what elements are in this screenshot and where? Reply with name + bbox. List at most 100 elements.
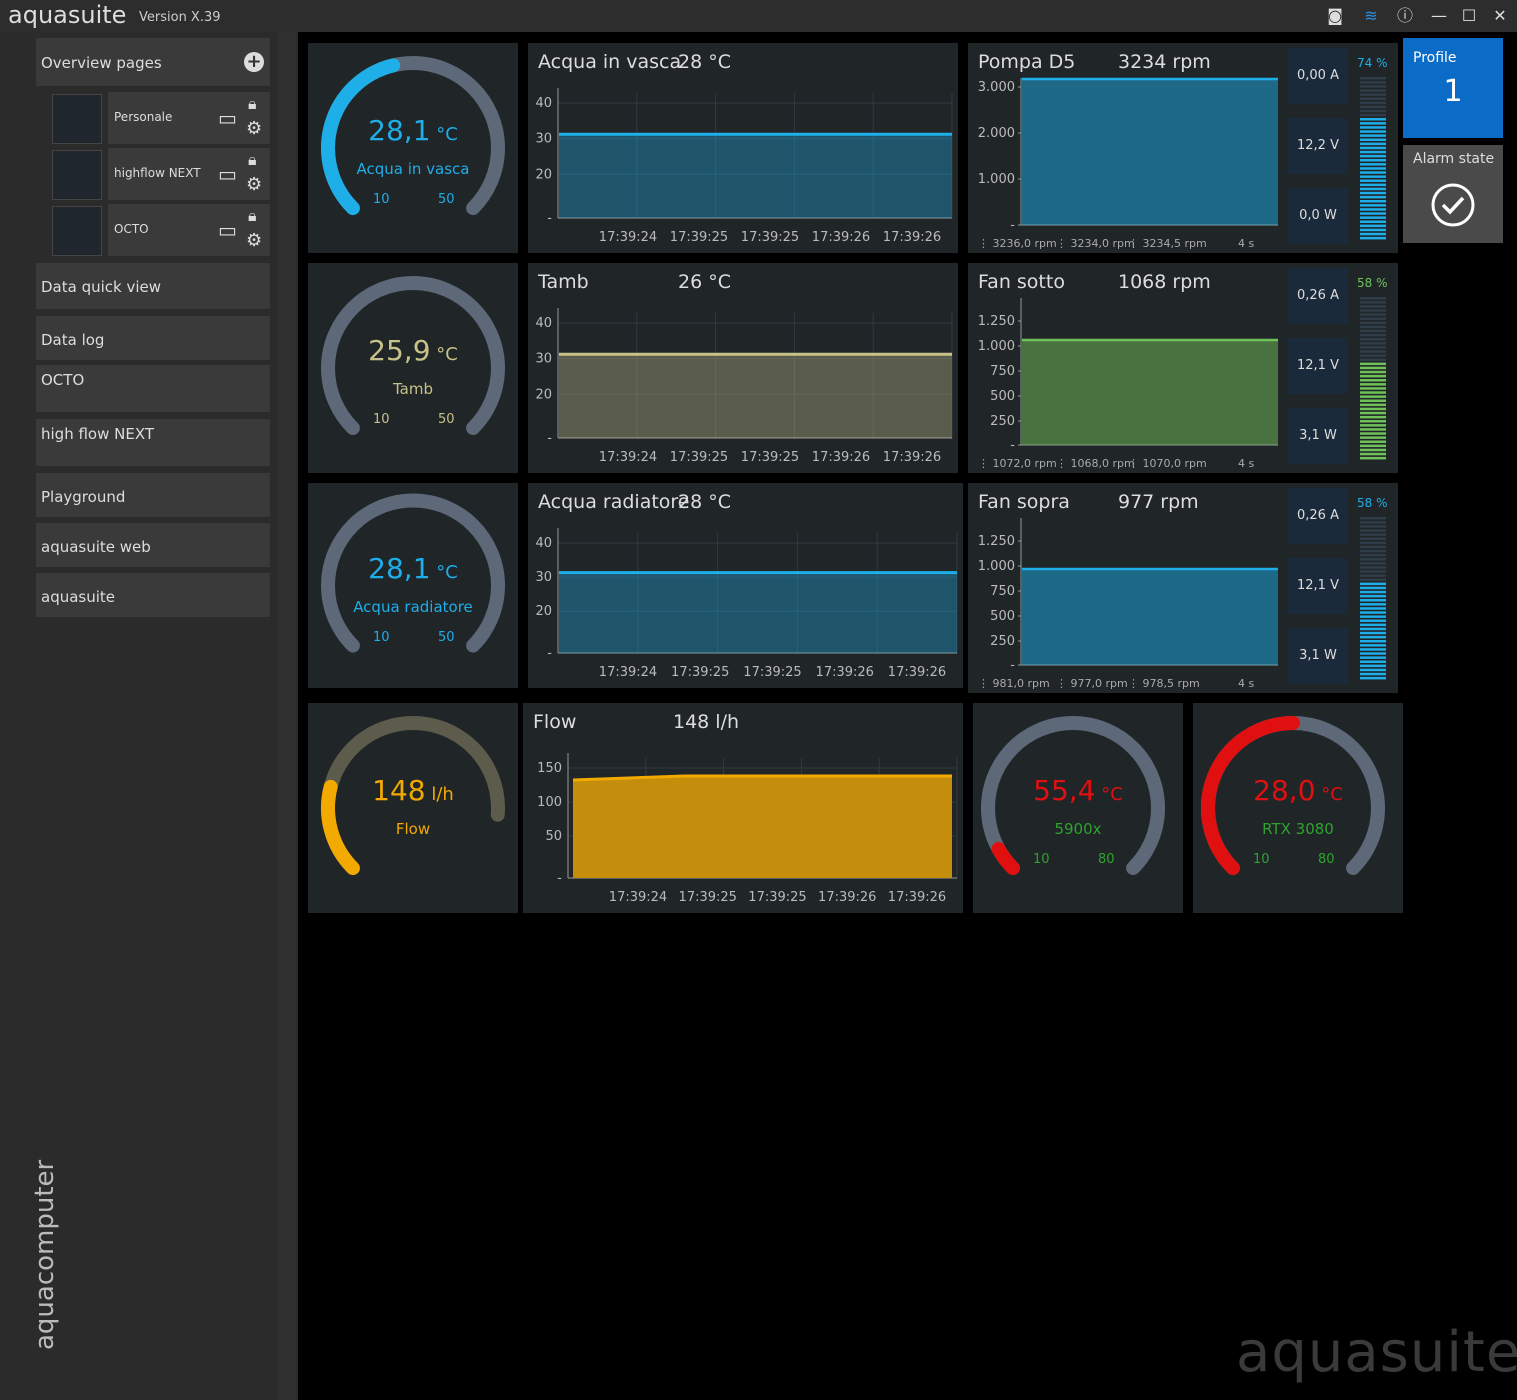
chart-plot: 40 30 20 - 17:39:24 17:39:25 17:39:25 17:39:26 1… [535, 88, 953, 245]
current-value: 0,26 A [1288, 268, 1348, 324]
x-tick-label: 17:39:26 [888, 890, 946, 905]
fan-chart-panel: Pompa D5 3234 rpm 3.000 2.000 1.000- ⋮ 3236,0… [968, 43, 1398, 253]
y-tick-label: 1.000 [978, 559, 1015, 574]
level-segment [1360, 436, 1386, 439]
gear-icon[interactable]: ⚙ [246, 230, 262, 251]
close-icon[interactable]: ✕ [1489, 6, 1511, 26]
level-segment [1360, 175, 1386, 178]
level-segment [1360, 220, 1386, 223]
level-segment [1360, 138, 1386, 141]
chart-legend-item: ⋮ 3234,5 rpm [1128, 237, 1207, 250]
sidebar-item-octo[interactable]: OCTO [36, 365, 270, 412]
y-tick-label: 2.000 [978, 126, 1015, 141]
level-segment [1360, 97, 1386, 100]
level-segment [1360, 537, 1386, 540]
level-segment [1360, 603, 1386, 606]
y-tick-label: 1.250 [978, 534, 1015, 549]
gauge-value: 28,0 °C [1193, 774, 1403, 807]
aquacomputer-logo: aquacomputer [30, 1159, 60, 1350]
alarm-label: Alarm state [1413, 151, 1495, 167]
gauge-value: 28,1 °C [308, 552, 518, 585]
level-segment [1360, 627, 1386, 631]
gauge-value-number: 28,0 [1253, 774, 1316, 807]
sidebar-item-high-flow-next[interactable]: high flow NEXT [36, 419, 270, 466]
alarm-state-tile[interactable]: Alarm state [1403, 145, 1503, 243]
overview-pages-header[interactable]: Overview pages + [36, 38, 270, 86]
camera-icon[interactable]: ◙ [1324, 6, 1346, 26]
app-name: aquasuite [8, 1, 127, 29]
overview-page-highflow-next[interactable]: highflow NEXT ▭ 🔒︎ ⚙ [108, 148, 270, 200]
level-segment [1360, 370, 1386, 374]
level-segment [1360, 424, 1386, 427]
page-thumbnail[interactable] [52, 150, 102, 200]
level-segment [1360, 342, 1386, 345]
sidebar-item-data-quick-view[interactable]: Data quick view [36, 263, 270, 309]
y-tick-label: 1.250 [978, 314, 1015, 329]
lock-icon[interactable]: 🔒︎ [248, 206, 257, 226]
level-segment [1360, 578, 1386, 581]
level-segment [1360, 407, 1386, 411]
monitor-icon[interactable]: ▭ [218, 106, 237, 130]
level-segment [1360, 333, 1386, 337]
x-tick-label: 17:39:26 [812, 450, 870, 465]
level-segment [1360, 105, 1386, 109]
gauge-value: 28,1 °C [308, 114, 518, 147]
overview-page-personale[interactable]: Personale ▭ 🔒︎ ⚙ [108, 92, 270, 144]
sidebar-item-playground[interactable]: Playground [36, 473, 270, 517]
lock-icon[interactable]: 🔒︎ [248, 150, 257, 170]
y-tick-label: 40 [535, 536, 552, 551]
level-segment [1360, 85, 1386, 88]
lock-icon[interactable]: 🔒︎ [248, 94, 257, 114]
profile-label: Profile [1413, 50, 1457, 66]
gear-icon[interactable]: ⚙ [246, 118, 262, 139]
page-thumbnail[interactable] [52, 94, 102, 144]
level-segment [1360, 126, 1386, 129]
y-tick-label: 1.000 [978, 172, 1015, 187]
y-tick-label: 150 [537, 761, 562, 776]
minimize-icon[interactable]: — [1428, 6, 1450, 26]
level-segment [1360, 452, 1386, 456]
add-icon[interactable]: + [244, 52, 264, 72]
chart-legend-item: ⋮ 978,5 rpm [1128, 677, 1200, 690]
gear-icon[interactable]: ⚙ [246, 174, 262, 195]
sidebar-item-aquasuite-web[interactable]: aquasuite web [36, 523, 270, 567]
level-segment [1360, 582, 1386, 586]
gauge-max: 80 [1098, 852, 1115, 867]
y-tick-label: - [547, 646, 552, 661]
y-tick-label: 250 [990, 634, 1015, 649]
voltage-value: 12,1 V [1288, 338, 1348, 394]
sidebar-item-data-log[interactable]: Data log [36, 316, 270, 360]
info-icon[interactable]: ⓘ [1394, 6, 1416, 26]
x-tick-label: 17:39:26 [883, 230, 941, 245]
x-tick-label: 17:39:26 [888, 665, 946, 680]
y-tick-label: - [1010, 658, 1015, 673]
sidebar-item-aquasuite[interactable]: aquasuite [36, 573, 270, 617]
check-circle-icon [1431, 183, 1475, 227]
level-segment [1360, 236, 1386, 240]
level-segment [1360, 313, 1386, 316]
layers-icon[interactable]: ≋ [1360, 6, 1382, 26]
level-segment [1360, 154, 1386, 158]
profile-tile[interactable]: Profile 1 [1403, 38, 1503, 138]
y-tick-label: 250 [990, 414, 1015, 429]
gauge-arc [321, 493, 505, 653]
overview-page-octo[interactable]: OCTO ▭ 🔒︎ ⚙ [108, 204, 270, 256]
x-tick-label: 17:39:24 [599, 665, 657, 680]
chart-area [559, 134, 952, 218]
monitor-icon[interactable]: ▭ [218, 162, 237, 186]
gauge-label: Tamb [392, 380, 433, 398]
level-segment [1360, 208, 1386, 211]
sidebar-scrollbar[interactable] [278, 32, 296, 1400]
level-segment [1360, 346, 1386, 349]
maximize-icon[interactable]: ☐ [1458, 6, 1480, 26]
level-segment [1360, 122, 1386, 125]
page-thumbnail[interactable] [52, 206, 102, 256]
gauge-unit: °C [1095, 784, 1123, 805]
level-segment [1360, 200, 1386, 203]
level-segment [1360, 399, 1386, 402]
monitor-icon[interactable]: ▭ [218, 218, 237, 242]
level-segment [1360, 656, 1386, 659]
gauge-min: 10 [373, 629, 390, 645]
y-tick-label: - [1010, 218, 1015, 233]
gauge-arc [1201, 716, 1385, 876]
